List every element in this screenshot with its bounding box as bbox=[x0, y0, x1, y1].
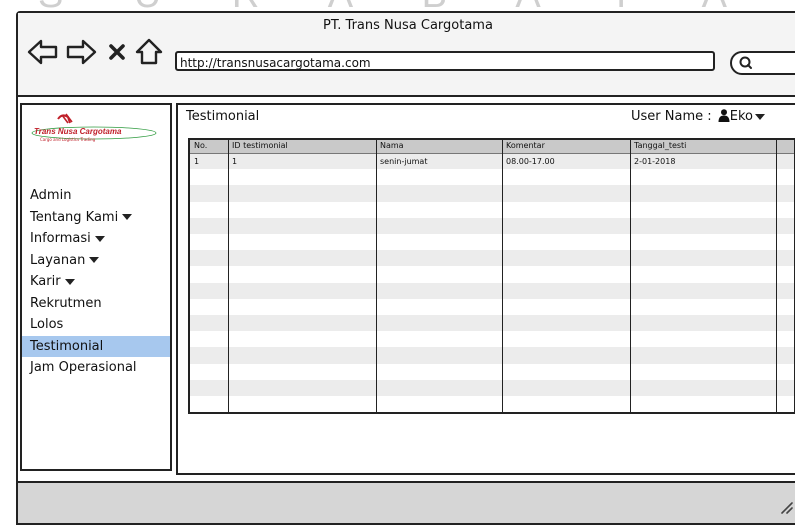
page-title: Testimonial bbox=[186, 109, 260, 124]
search-icon bbox=[739, 56, 752, 69]
column-divider bbox=[502, 140, 503, 412]
window-title: PT. Trans Nusa Cargotama bbox=[323, 18, 493, 33]
sidebar-item-admin[interactable]: Admin bbox=[22, 185, 170, 207]
sidebar-item-informasi[interactable]: Informasi bbox=[22, 228, 170, 250]
chevron-down-icon bbox=[64, 278, 75, 285]
company-logo: Trans Nusa Cargotama Cargo and Logistics… bbox=[28, 111, 162, 145]
user-name: Eko bbox=[729, 109, 754, 124]
sidebar-item-tentang-kami[interactable]: Tentang Kami bbox=[22, 207, 170, 229]
table-row bbox=[190, 315, 794, 332]
sidebar-item-lolos[interactable]: Lolos bbox=[22, 314, 170, 336]
table-row bbox=[190, 396, 794, 412]
table-row bbox=[190, 331, 794, 347]
column-header[interactable]: Nama bbox=[380, 141, 404, 150]
table-row bbox=[190, 364, 794, 380]
table-row bbox=[190, 347, 794, 364]
column-header[interactable]: Komentar bbox=[506, 141, 545, 150]
chevron-down-icon bbox=[122, 214, 133, 220]
chevron-down-icon bbox=[755, 113, 766, 120]
sidebar-item-karir[interactable]: Karir bbox=[22, 271, 170, 293]
table-cell: 08.00-17.00 bbox=[506, 157, 555, 166]
column-divider bbox=[630, 140, 631, 412]
column-divider bbox=[776, 140, 777, 412]
browser-window: PT. Trans Nusa Cargotama http://transnus… bbox=[16, 11, 795, 525]
chevron-down-icon bbox=[94, 235, 105, 242]
status-bar bbox=[18, 481, 795, 523]
testimonial-table: No. ID testimonial Nama Komentar Tanggal_tes… bbox=[188, 138, 795, 414]
sidebar-menu: Admin Tentang Kami Informasi Layanan Kar… bbox=[22, 185, 170, 379]
resize-handle-icon[interactable] bbox=[780, 501, 794, 515]
table-row bbox=[190, 234, 794, 250]
title-bar: PT. Trans Nusa Cargotama http://transnus… bbox=[18, 13, 795, 97]
sidebar: Trans Nusa Cargotama Cargo and Logistics… bbox=[20, 103, 172, 471]
user-icon bbox=[718, 109, 730, 122]
search-field[interactable] bbox=[730, 51, 795, 75]
column-header[interactable]: No. bbox=[194, 141, 207, 150]
table-row bbox=[190, 202, 794, 218]
close-icon[interactable] bbox=[106, 37, 128, 67]
column-header[interactable]: Tanggal_testi bbox=[634, 141, 686, 150]
table-row bbox=[190, 169, 794, 185]
home-icon[interactable] bbox=[134, 37, 164, 67]
table-row bbox=[190, 266, 794, 282]
forward-arrow-icon[interactable] bbox=[64, 37, 98, 67]
table-cell: senin-jumat bbox=[380, 157, 428, 166]
column-header[interactable]: ID testimonial bbox=[232, 141, 288, 150]
logo-tagline: Cargo and Logistics Trading bbox=[40, 137, 96, 142]
table-row bbox=[190, 217, 794, 234]
user-name-label: User Name : bbox=[631, 109, 712, 124]
table-cell: 2-01-2018 bbox=[634, 157, 676, 166]
table-row bbox=[190, 299, 794, 315]
chevron-down-icon bbox=[89, 257, 100, 263]
user-menu[interactable]: User Name : Eko bbox=[631, 109, 766, 124]
sidebar-item-jam-operasional[interactable]: Jam Operasional bbox=[22, 357, 170, 379]
table-row bbox=[190, 282, 794, 299]
table-row bbox=[190, 379, 794, 396]
table-row bbox=[190, 185, 794, 202]
table-row bbox=[190, 153, 794, 170]
back-arrow-icon[interactable] bbox=[26, 37, 60, 67]
table-row bbox=[190, 250, 794, 267]
url-input[interactable]: http://transnusacargotama.com bbox=[175, 51, 715, 71]
table-cell: 1 bbox=[232, 157, 238, 166]
column-divider bbox=[376, 140, 377, 412]
main-content: Testimonial User Name : Eko No. ID testim… bbox=[176, 103, 795, 475]
sidebar-item-layanan[interactable]: Layanan bbox=[22, 250, 170, 272]
sidebar-item-rekrutmen[interactable]: Rekrutmen bbox=[22, 293, 170, 315]
logo-text: Trans Nusa Cargotama bbox=[34, 127, 122, 136]
sidebar-item-testimonial[interactable]: Testimonial bbox=[22, 335, 170, 357]
table-cell: 1 bbox=[194, 157, 200, 166]
column-divider bbox=[228, 140, 229, 412]
